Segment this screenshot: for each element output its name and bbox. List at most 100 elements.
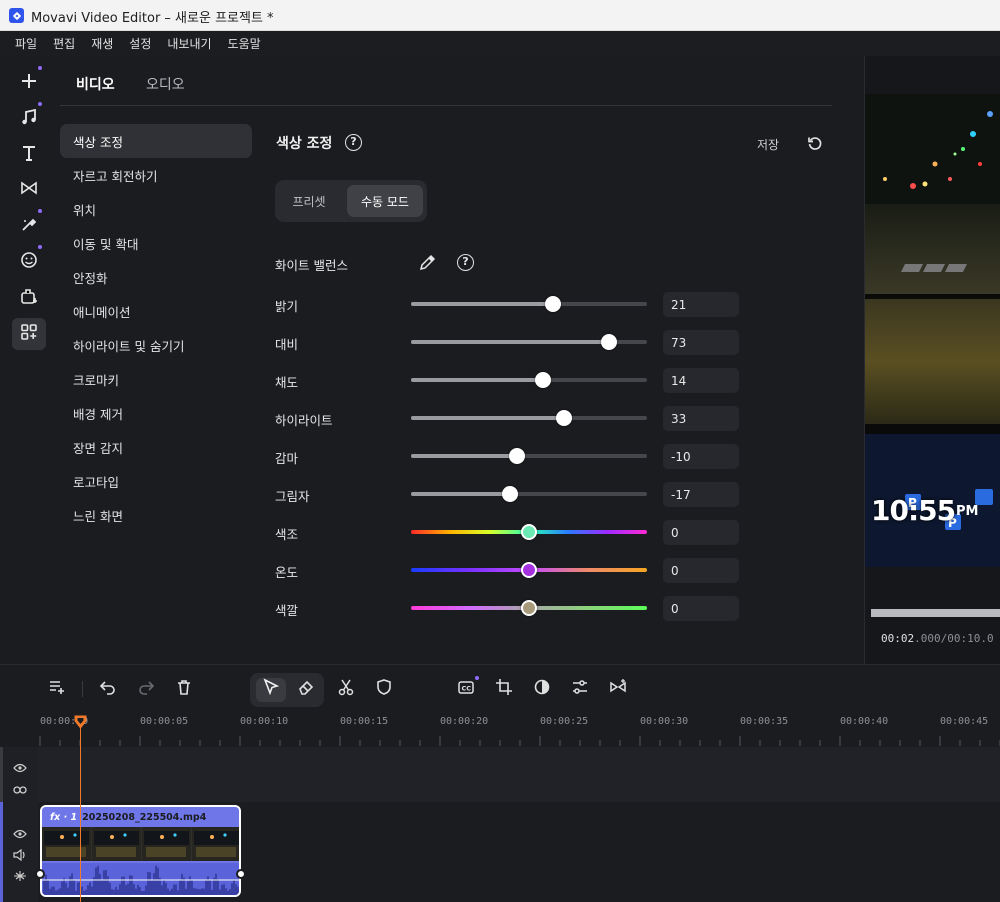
slider-label: 그림자 — [275, 489, 310, 504]
preview-progress-bar[interactable] — [871, 609, 1000, 617]
preset-mode-button[interactable]: 프리셋 — [280, 185, 338, 217]
eye-icon[interactable] — [13, 758, 27, 777]
titles-button[interactable] — [12, 139, 46, 171]
nav-slow-motion[interactable]: 느린 화면 — [60, 498, 252, 532]
white-balance-help-icon[interactable]: ? — [457, 254, 474, 271]
panel-tabs: 비디오 오디오 — [60, 56, 832, 106]
crop-button[interactable] — [493, 678, 515, 700]
slider-value-input[interactable]: 0 — [663, 520, 739, 545]
help-icon[interactable]: ? — [345, 134, 362, 151]
slider-track[interactable] — [411, 372, 647, 388]
slider-knob[interactable] — [502, 486, 519, 502]
protect-button[interactable] — [373, 678, 395, 700]
slider-fill — [411, 454, 518, 458]
clip-properties-button[interactable] — [569, 678, 591, 700]
filters-button[interactable] — [12, 209, 46, 242]
slider-track[interactable] — [411, 296, 647, 312]
nav-color-adjust[interactable]: 색상 조정 — [60, 124, 252, 158]
delete-button[interactable] — [173, 678, 195, 700]
nav-crop-rotate[interactable]: 자르고 회전하기 — [60, 158, 252, 192]
slider-value-input[interactable]: 73 — [663, 330, 739, 355]
slider-track[interactable] — [411, 448, 647, 464]
slider-knob[interactable] — [509, 448, 526, 464]
ruler-tick: 00:00:25 — [540, 716, 589, 727]
stickers-button[interactable] — [12, 245, 46, 278]
svg-text:CC: CC — [462, 685, 472, 693]
slider-knob[interactable] — [556, 410, 573, 426]
slider-value-input[interactable]: -17 — [663, 482, 739, 507]
nav-stabilize[interactable]: 안정화 — [60, 260, 252, 294]
track-eye-icon[interactable] — [13, 824, 27, 843]
elements-button[interactable] — [12, 282, 46, 314]
menu-bar: 파일 편집 재생 설정 내보내기 도움말 — [0, 31, 1000, 56]
transitions-button[interactable] — [12, 174, 46, 206]
menu-help[interactable]: 도움말 — [220, 35, 269, 52]
slider-knob[interactable] — [521, 524, 537, 540]
speaker-icon[interactable] — [13, 846, 27, 865]
slider-knob[interactable] — [601, 334, 618, 350]
redo-icon — [137, 678, 155, 700]
split-button[interactable] — [335, 678, 357, 700]
slider-value-input[interactable]: 21 — [663, 292, 739, 317]
reset-icon[interactable] — [807, 135, 823, 155]
marker-tool-button[interactable] — [295, 678, 317, 700]
slider-value-input[interactable]: 0 — [663, 596, 739, 621]
video-clip[interactable]: fx · 1 20250208_225504.mp4 — [40, 805, 241, 897]
select-tool-button[interactable] — [260, 678, 282, 700]
slider-track[interactable] — [411, 486, 647, 502]
timecode-current: 00:02 — [881, 632, 915, 645]
clip-header: fx · 1 20250208_225504.mp4 — [42, 807, 239, 827]
more-tools-button[interactable] — [12, 318, 46, 350]
playhead-handle[interactable] — [74, 714, 87, 733]
music-button[interactable] — [12, 102, 46, 135]
timeline-ruler[interactable]: 00:00:00 00:00:05 00:00:10 00:00:15 00:0… — [0, 714, 1000, 747]
slider-track[interactable] — [411, 524, 647, 540]
nav-highlight-conceal[interactable]: 하이라이트 및 숨기기 — [60, 328, 252, 362]
auto-adjust-icon[interactable] — [13, 867, 27, 886]
nav-pan-zoom[interactable]: 이동 및 확대 — [60, 226, 252, 260]
nav-position[interactable]: 위치 — [60, 192, 252, 226]
nav-chroma-key[interactable]: 크로마키 — [60, 362, 252, 396]
slider-knob[interactable] — [544, 296, 561, 312]
clip-trim-handle-left[interactable] — [35, 869, 45, 879]
slider-track[interactable] — [411, 562, 647, 578]
transition-wizard-button[interactable] — [607, 678, 629, 700]
slider-knob[interactable] — [521, 562, 537, 578]
crop-icon — [495, 678, 513, 700]
add-media-button[interactable] — [12, 66, 46, 99]
nav-animation[interactable]: 애니메이션 — [60, 294, 252, 328]
clip-trim-handle-right[interactable] — [236, 869, 246, 879]
slider-knob[interactable] — [521, 600, 537, 616]
nav-logo[interactable]: 로고타입 — [60, 464, 252, 498]
redo-button[interactable] — [135, 678, 157, 700]
slider-track[interactable] — [411, 334, 647, 350]
nav-scene-detection[interactable]: 장면 감지 — [60, 430, 252, 464]
slider-fill — [411, 492, 511, 496]
slider-fill — [411, 302, 553, 306]
eyedropper-icon[interactable] — [419, 254, 436, 275]
menu-settings[interactable]: 설정 — [121, 35, 159, 52]
save-preset-button[interactable]: 저장 — [757, 136, 779, 153]
captions-button[interactable]: CC — [455, 676, 479, 700]
tab-video[interactable]: 비디오 — [76, 74, 115, 94]
slider-track[interactable] — [411, 600, 647, 616]
menu-export[interactable]: 내보내기 — [159, 35, 219, 52]
undo-button[interactable] — [97, 678, 119, 700]
slider-value-input[interactable]: -10 — [663, 444, 739, 469]
link-icon[interactable] — [13, 780, 27, 799]
slider-value-input[interactable]: 33 — [663, 406, 739, 431]
color-adjust-button[interactable] — [531, 678, 553, 700]
menu-playback[interactable]: 재생 — [83, 35, 121, 52]
tab-audio[interactable]: 오디오 — [146, 74, 185, 94]
slider-knob[interactable] — [535, 372, 552, 388]
slider-value-input[interactable]: 14 — [663, 368, 739, 393]
nav-background-removal[interactable]: 배경 제거 — [60, 396, 252, 430]
slider-label: 색깔 — [275, 603, 299, 618]
slider-value-input[interactable]: 0 — [663, 558, 739, 583]
add-track-button[interactable] — [46, 678, 68, 700]
menu-edit[interactable]: 편집 — [45, 35, 83, 52]
ruler-tick: 00:00:20 — [440, 716, 489, 727]
manual-mode-button[interactable]: 수동 모드 — [347, 185, 423, 217]
slider-track[interactable] — [411, 410, 647, 426]
menu-file[interactable]: 파일 — [7, 35, 45, 52]
